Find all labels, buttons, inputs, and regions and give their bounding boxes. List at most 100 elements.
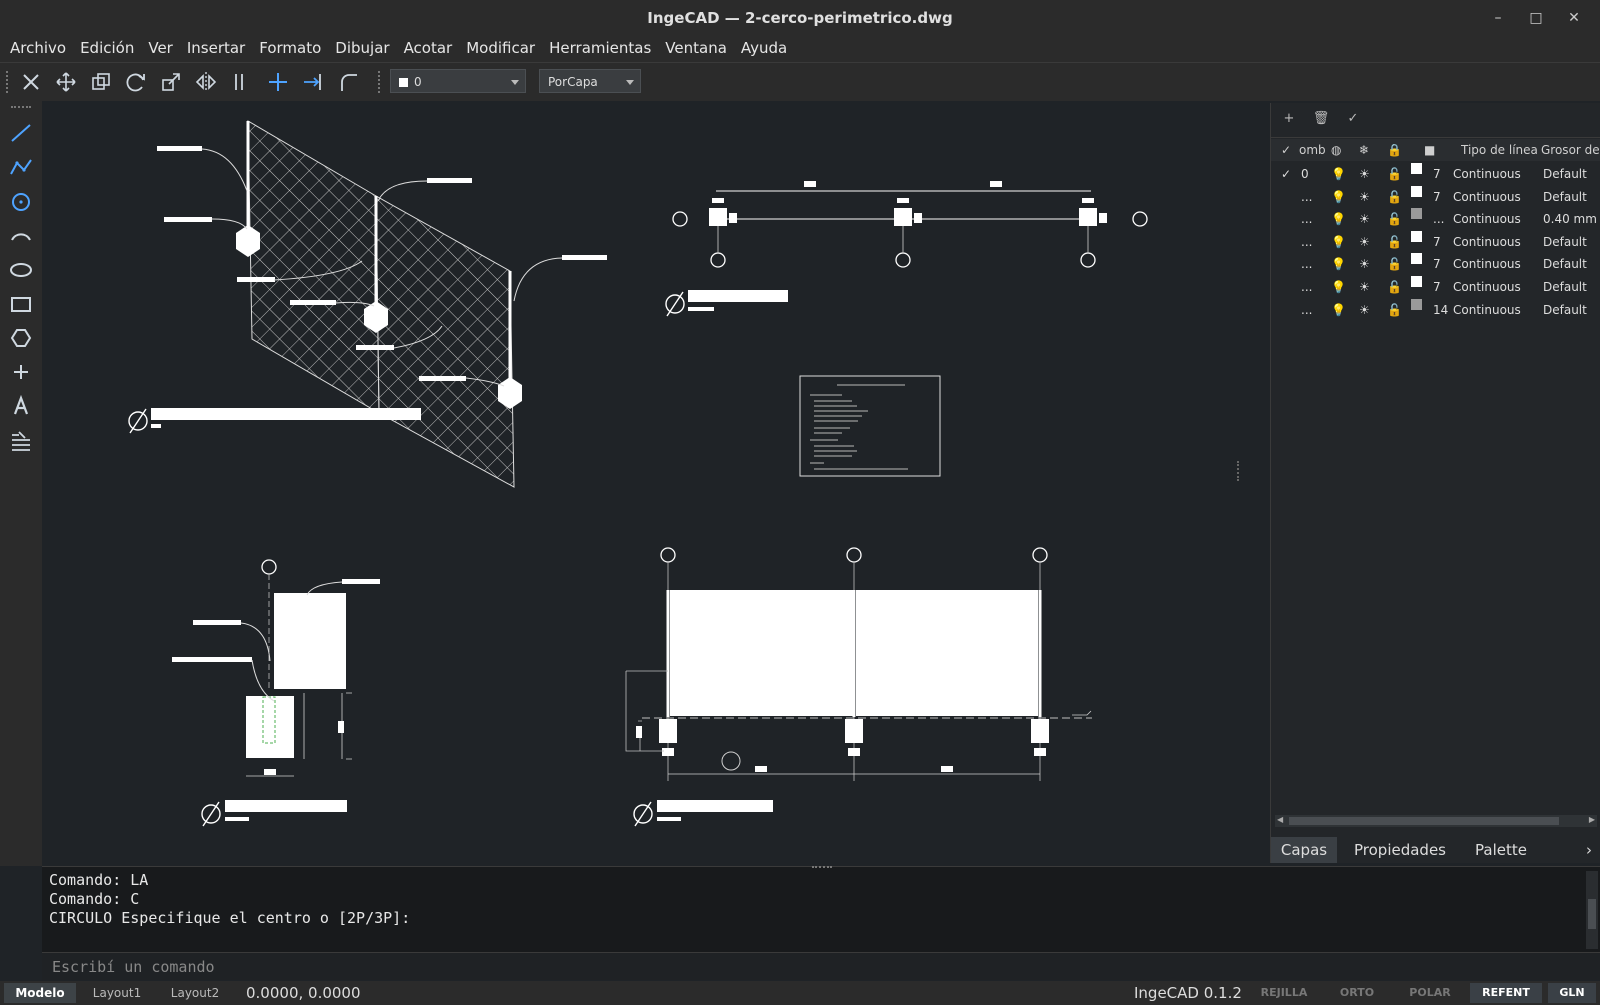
bulb-icon[interactable]: 💡 bbox=[1331, 299, 1346, 321]
circle-icon[interactable] bbox=[7, 188, 35, 216]
lock-icon[interactable]: 🔓 bbox=[1387, 186, 1402, 208]
layer-color-index[interactable]: 7 bbox=[1433, 253, 1441, 275]
col-freeze-icon[interactable]: ❄ bbox=[1359, 139, 1369, 161]
tab-layout1[interactable]: Layout1 bbox=[80, 983, 154, 1003]
drawing-canvas[interactable] bbox=[42, 101, 1264, 866]
rotate-icon[interactable] bbox=[122, 68, 150, 96]
col-name[interactable]: omb bbox=[1299, 139, 1326, 161]
layer-name[interactable]: ... bbox=[1301, 299, 1312, 321]
menu-archivo[interactable]: Archivo bbox=[0, 36, 73, 60]
toggle-refent[interactable]: REFENT bbox=[1470, 983, 1542, 1003]
layer-color-swatch[interactable] bbox=[1411, 230, 1422, 242]
lock-icon[interactable]: 🔓 bbox=[1387, 299, 1402, 321]
toolbar-grip[interactable] bbox=[6, 71, 12, 93]
fillet-icon[interactable] bbox=[334, 68, 362, 96]
add-layer-button[interactable]: + bbox=[1279, 111, 1299, 131]
layer-name[interactable]: ... bbox=[1301, 208, 1312, 230]
lock-icon[interactable]: 🔓 bbox=[1387, 163, 1402, 185]
layer-color-index[interactable]: ... bbox=[1433, 208, 1444, 230]
tab-layout2[interactable]: Layout2 bbox=[158, 983, 232, 1003]
toggle-gln[interactable]: GLN bbox=[1548, 983, 1596, 1003]
menu-ventana[interactable]: Ventana bbox=[658, 36, 734, 60]
layer-linetype[interactable]: Continuous bbox=[1453, 253, 1521, 275]
tabs-more-button[interactable]: › bbox=[1579, 837, 1599, 863]
sun-icon[interactable]: ☀ bbox=[1359, 208, 1370, 230]
layer-lineweight[interactable]: 0.40 mm bbox=[1543, 208, 1597, 230]
layer-linetype[interactable]: Continuous bbox=[1453, 299, 1521, 321]
layer-color-index[interactable]: 7 bbox=[1433, 186, 1441, 208]
layer-select[interactable]: 0 bbox=[390, 69, 526, 93]
scroll-right-icon[interactable]: ▶ bbox=[1589, 815, 1595, 824]
layer-row[interactable]: ... 💡 ☀ 🔓 7 Continuous Default bbox=[1271, 276, 1600, 298]
layer-color-swatch[interactable] bbox=[1411, 253, 1422, 265]
menu-formato[interactable]: Formato bbox=[252, 36, 328, 60]
scale-icon[interactable] bbox=[157, 68, 185, 96]
mirror-icon[interactable] bbox=[192, 68, 220, 96]
layer-linetype[interactable]: Continuous bbox=[1453, 186, 1521, 208]
scrollbar-thumb[interactable] bbox=[1588, 899, 1596, 929]
col-lineweight[interactable]: Grosor de lí bbox=[1541, 139, 1600, 161]
set-current-layer-button[interactable]: ✓ bbox=[1343, 111, 1363, 131]
bulb-icon[interactable]: 💡 bbox=[1331, 276, 1346, 298]
layer-row[interactable]: ... 💡 ☀ 🔓 7 Continuous Default bbox=[1271, 185, 1600, 208]
tab-modelo[interactable]: Modelo bbox=[4, 983, 76, 1003]
toolbar-grip-2[interactable] bbox=[378, 71, 384, 93]
layer-color-swatch[interactable] bbox=[1411, 298, 1422, 310]
layer-linetype[interactable]: Continuous bbox=[1453, 163, 1521, 185]
layer-color-swatch[interactable] bbox=[1411, 163, 1422, 174]
menu-insertar[interactable]: Insertar bbox=[180, 36, 252, 60]
extend-icon[interactable] bbox=[299, 68, 327, 96]
layers-horizontal-scrollbar[interactable]: ◀ ▶ bbox=[1275, 815, 1597, 827]
lock-icon[interactable]: 🔓 bbox=[1387, 276, 1402, 298]
text-icon[interactable] bbox=[7, 392, 35, 420]
layer-color-swatch[interactable] bbox=[1411, 185, 1422, 197]
menu-ayuda[interactable]: Ayuda bbox=[734, 36, 794, 60]
layer-current-check[interactable]: ✓ bbox=[1281, 163, 1291, 185]
hatch-icon[interactable] bbox=[7, 427, 35, 455]
bulb-icon[interactable]: 💡 bbox=[1331, 186, 1346, 208]
toggle-polar[interactable]: POLAR bbox=[1394, 983, 1466, 1003]
menu-acotar[interactable]: Acotar bbox=[397, 36, 460, 60]
tab-palette[interactable]: Palette bbox=[1461, 837, 1541, 863]
layer-lineweight[interactable]: Default bbox=[1543, 299, 1587, 321]
trim-icon[interactable] bbox=[264, 68, 292, 96]
menu-herramientas[interactable]: Herramientas bbox=[542, 36, 658, 60]
layer-linetype[interactable]: Continuous bbox=[1453, 276, 1521, 298]
sun-icon[interactable]: ☀ bbox=[1359, 231, 1370, 253]
tab-propiedades[interactable]: Propiedades bbox=[1341, 837, 1459, 863]
col-current[interactable]: ✓ bbox=[1281, 139, 1291, 161]
layer-row[interactable]: ... 💡 ☀ 🔓 7 Continuous Default bbox=[1271, 230, 1600, 253]
toggle-orto[interactable]: ORTO bbox=[1322, 983, 1392, 1003]
layer-name[interactable]: ... bbox=[1301, 231, 1312, 253]
arc-icon[interactable] bbox=[7, 222, 35, 250]
point-icon[interactable] bbox=[7, 358, 35, 386]
toggle-rejilla[interactable]: REJILLA bbox=[1250, 983, 1318, 1003]
col-linetype[interactable]: Tipo de línea bbox=[1461, 139, 1543, 161]
layer-lineweight[interactable]: Default bbox=[1543, 163, 1587, 185]
layer-linetype[interactable]: Continuous bbox=[1453, 231, 1521, 253]
menu-edicion[interactable]: Edición bbox=[73, 36, 141, 60]
polygon-icon[interactable] bbox=[7, 324, 35, 352]
layer-row[interactable]: ... 💡 ☀ 🔓 7 Continuous Default bbox=[1271, 253, 1600, 275]
layer-name[interactable]: ... bbox=[1301, 186, 1312, 208]
bulb-icon[interactable]: 💡 bbox=[1331, 208, 1346, 230]
layer-color-index[interactable]: 7 bbox=[1433, 231, 1441, 253]
layer-name[interactable]: 0 bbox=[1301, 163, 1309, 185]
rectangle-icon[interactable] bbox=[7, 290, 35, 318]
layer-row[interactable]: ✓ 0 💡 ☀ 🔓 7 Continuous Default bbox=[1271, 163, 1600, 185]
erase-icon[interactable] bbox=[17, 68, 45, 96]
splitter-handle[interactable] bbox=[1237, 461, 1241, 481]
linetype-select[interactable]: PorCapa bbox=[539, 69, 641, 93]
layer-lineweight[interactable]: Default bbox=[1543, 231, 1587, 253]
layer-name[interactable]: ... bbox=[1301, 276, 1312, 298]
minimize-button[interactable]: – bbox=[1478, 0, 1518, 36]
menu-ver[interactable]: Ver bbox=[141, 36, 180, 60]
menu-modificar[interactable]: Modificar bbox=[459, 36, 542, 60]
sun-icon[interactable]: ☀ bbox=[1359, 186, 1370, 208]
ellipse-icon[interactable] bbox=[7, 256, 35, 284]
layer-row[interactable]: ... 💡 ☀ 🔓 14 Continuous Default bbox=[1271, 298, 1600, 321]
command-input[interactable] bbox=[42, 953, 1594, 981]
layer-color-index[interactable]: 7 bbox=[1433, 163, 1441, 185]
sun-icon[interactable]: ☀ bbox=[1359, 299, 1370, 321]
resize-handle[interactable] bbox=[812, 866, 832, 871]
